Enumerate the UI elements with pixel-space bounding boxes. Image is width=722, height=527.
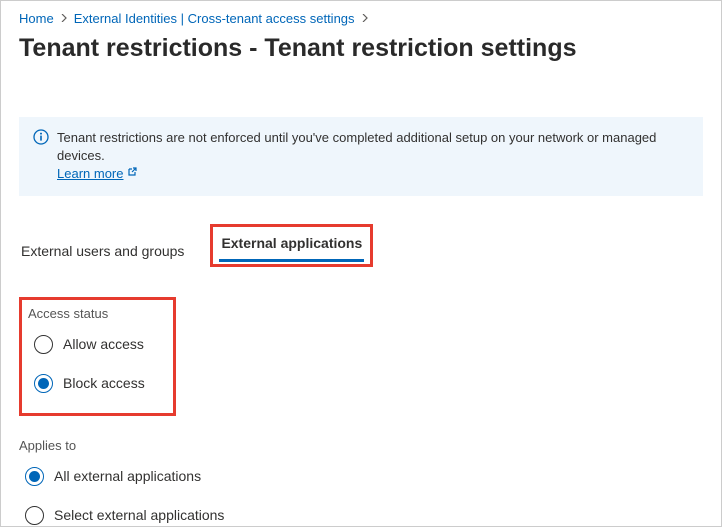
highlight-tab-apps: External applications bbox=[210, 224, 373, 267]
info-icon bbox=[33, 129, 49, 184]
chevron-right-icon bbox=[60, 13, 68, 25]
radio-select-external-apps[interactable]: Select external applications bbox=[25, 506, 703, 525]
info-banner: Tenant restrictions are not enforced unt… bbox=[19, 117, 703, 196]
tabs: External users and groups External appli… bbox=[19, 224, 703, 267]
highlight-access-status: Access status Allow access Block access bbox=[19, 297, 176, 416]
breadcrumb-home[interactable]: Home bbox=[19, 11, 54, 26]
radio-icon bbox=[34, 374, 53, 393]
radio-block-access[interactable]: Block access bbox=[34, 374, 145, 393]
tab-external-applications[interactable]: External applications bbox=[219, 229, 364, 262]
access-status-label: Access status bbox=[28, 306, 145, 321]
radio-label: Block access bbox=[63, 375, 145, 391]
radio-label: All external applications bbox=[54, 468, 201, 484]
applies-to-group: All external applications Select externa… bbox=[25, 467, 703, 525]
page-title: Tenant restrictions - Tenant restriction… bbox=[19, 34, 703, 63]
radio-label: Allow access bbox=[63, 336, 144, 352]
radio-icon bbox=[25, 467, 44, 486]
external-link-icon bbox=[127, 167, 137, 182]
breadcrumb-external-identities[interactable]: External Identities | Cross-tenant acces… bbox=[74, 11, 355, 26]
radio-icon bbox=[25, 506, 44, 525]
radio-icon bbox=[34, 335, 53, 354]
chevron-right-icon bbox=[361, 13, 369, 25]
applies-to-label: Applies to bbox=[19, 438, 703, 453]
radio-all-external-apps[interactable]: All external applications bbox=[25, 467, 703, 486]
info-text: Tenant restrictions are not enforced unt… bbox=[57, 130, 656, 163]
radio-label: Select external applications bbox=[54, 507, 224, 523]
breadcrumb: Home External Identities | Cross-tenant … bbox=[19, 11, 703, 26]
access-status-group: Allow access Block access bbox=[34, 335, 145, 393]
radio-allow-access[interactable]: Allow access bbox=[34, 335, 145, 354]
learn-more-link[interactable]: Learn more bbox=[57, 165, 137, 183]
tab-external-users[interactable]: External users and groups bbox=[19, 237, 186, 267]
